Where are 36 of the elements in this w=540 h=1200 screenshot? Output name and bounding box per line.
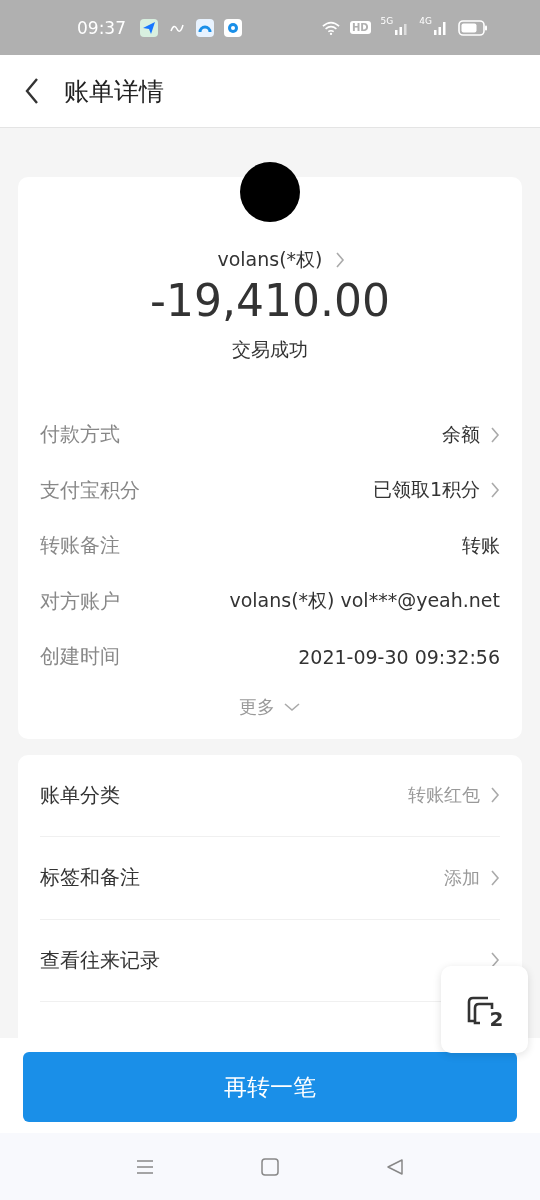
detail-value: 2021-09-30 09:32:56	[298, 645, 500, 668]
page-title: 账单详情	[64, 75, 164, 108]
chevron-right-icon	[334, 251, 345, 269]
detail-value: volans(*权) vol***@yeah.net	[229, 588, 500, 614]
menu-item[interactable]: 账单分类	[40, 781, 398, 809]
detail-value[interactable]: 已领取1积分	[372, 477, 480, 504]
chevron-right-icon	[490, 868, 500, 887]
detail-label: 转账备注	[40, 532, 121, 560]
home-icon[interactable]	[260, 1156, 280, 1177]
network-label: 4G	[419, 16, 432, 26]
network-label: 5G	[380, 16, 394, 26]
battery-icon	[458, 19, 488, 36]
hd-badge: HD	[349, 21, 371, 34]
status-time: 09:37	[77, 17, 126, 38]
avatar	[240, 162, 300, 222]
menu-value: 添加	[444, 865, 480, 890]
circle-app-icon	[224, 18, 242, 37]
detail-label: 对方账户	[40, 587, 121, 615]
menu-item[interactable]: 标签和备注	[40, 864, 434, 892]
transaction-status: 交易成功	[232, 337, 308, 362]
detail-label: 支付宝积分	[40, 476, 141, 504]
menu-value: 转账红包	[408, 783, 480, 808]
back-icon[interactable]	[24, 77, 40, 105]
signal-icon	[434, 20, 448, 35]
detail-label: 创建时间	[40, 643, 121, 671]
chevron-down-icon	[283, 701, 301, 712]
back-triangle-icon[interactable]	[385, 1156, 405, 1177]
payee-name[interactable]: volans(*权)	[217, 247, 323, 273]
paper-plane-icon	[140, 18, 158, 37]
detail-value: 转账	[462, 532, 500, 558]
amount: -19,410.00	[150, 275, 390, 327]
swirl-app-icon	[196, 18, 214, 37]
floating-pages-button[interactable]: 2	[441, 966, 528, 1053]
detail-label: 付款方式	[40, 421, 121, 449]
chevron-right-icon	[490, 786, 500, 805]
detail-value[interactable]: 余额	[442, 421, 480, 448]
